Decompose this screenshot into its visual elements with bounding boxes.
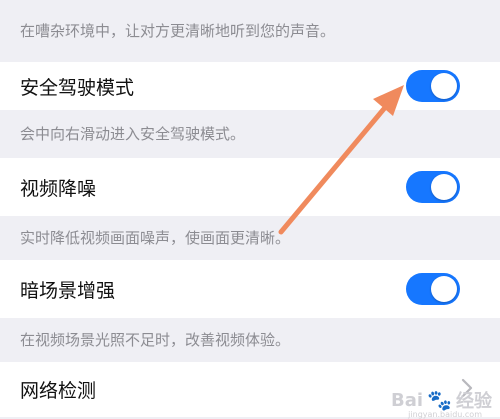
paw-icon: 🐾 [427,388,452,412]
annotation-arrow [278,85,404,235]
watermark-url: jingyan.baidu.com [408,410,482,419]
